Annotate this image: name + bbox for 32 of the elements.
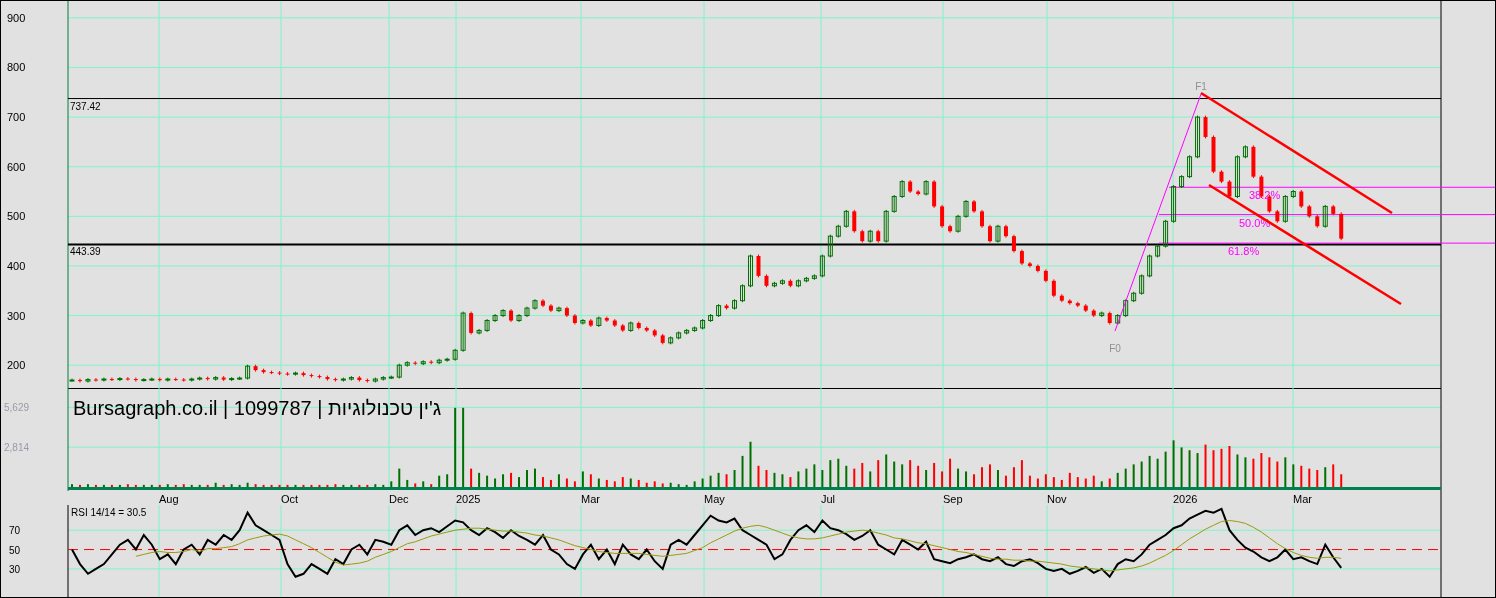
axis-label: 2025	[456, 493, 481, 505]
axis-label: 50	[9, 544, 21, 556]
axis-label: 70	[9, 525, 21, 537]
point-label: F1	[1195, 81, 1207, 92]
axis-label: Jul	[821, 493, 836, 505]
axis-label: 2,814	[4, 442, 30, 454]
point-label: F0	[1109, 343, 1121, 354]
fib-label: 61.8%	[1228, 245, 1260, 258]
axis-label: 700	[7, 111, 26, 124]
axis-label: Aug	[159, 493, 179, 505]
axis-label: Mar	[1293, 493, 1312, 505]
chart-title: Bursagraph.co.il | 1099787 | ג'ין טכנולוגיות	[73, 397, 442, 419]
axis-label: Dec	[389, 493, 409, 505]
axis-label: 5,629	[4, 402, 30, 414]
fib-label: 50.0%	[1239, 216, 1271, 229]
axis-label: 300	[7, 309, 26, 322]
axis-label: 800	[7, 61, 26, 74]
level-label: 443.39	[70, 246, 101, 258]
axis-label: 200	[7, 359, 26, 372]
axis-label: May	[704, 493, 725, 505]
axis-label: 30	[9, 563, 21, 575]
axis-label: 600	[7, 160, 26, 173]
axis-label: Mar	[581, 493, 600, 505]
axis-label: Oct	[281, 493, 299, 505]
level-label: 737.42	[70, 100, 101, 112]
axis-label: 500	[7, 210, 26, 223]
axis-label: 900	[7, 11, 26, 24]
axis-label: 2026	[1173, 493, 1198, 505]
axis-label: 400	[7, 259, 26, 272]
chart-title: RSI 14/14 = 30.5	[71, 507, 147, 518]
axis-label: Nov	[1047, 493, 1067, 505]
axis-label: Sep	[943, 493, 963, 505]
